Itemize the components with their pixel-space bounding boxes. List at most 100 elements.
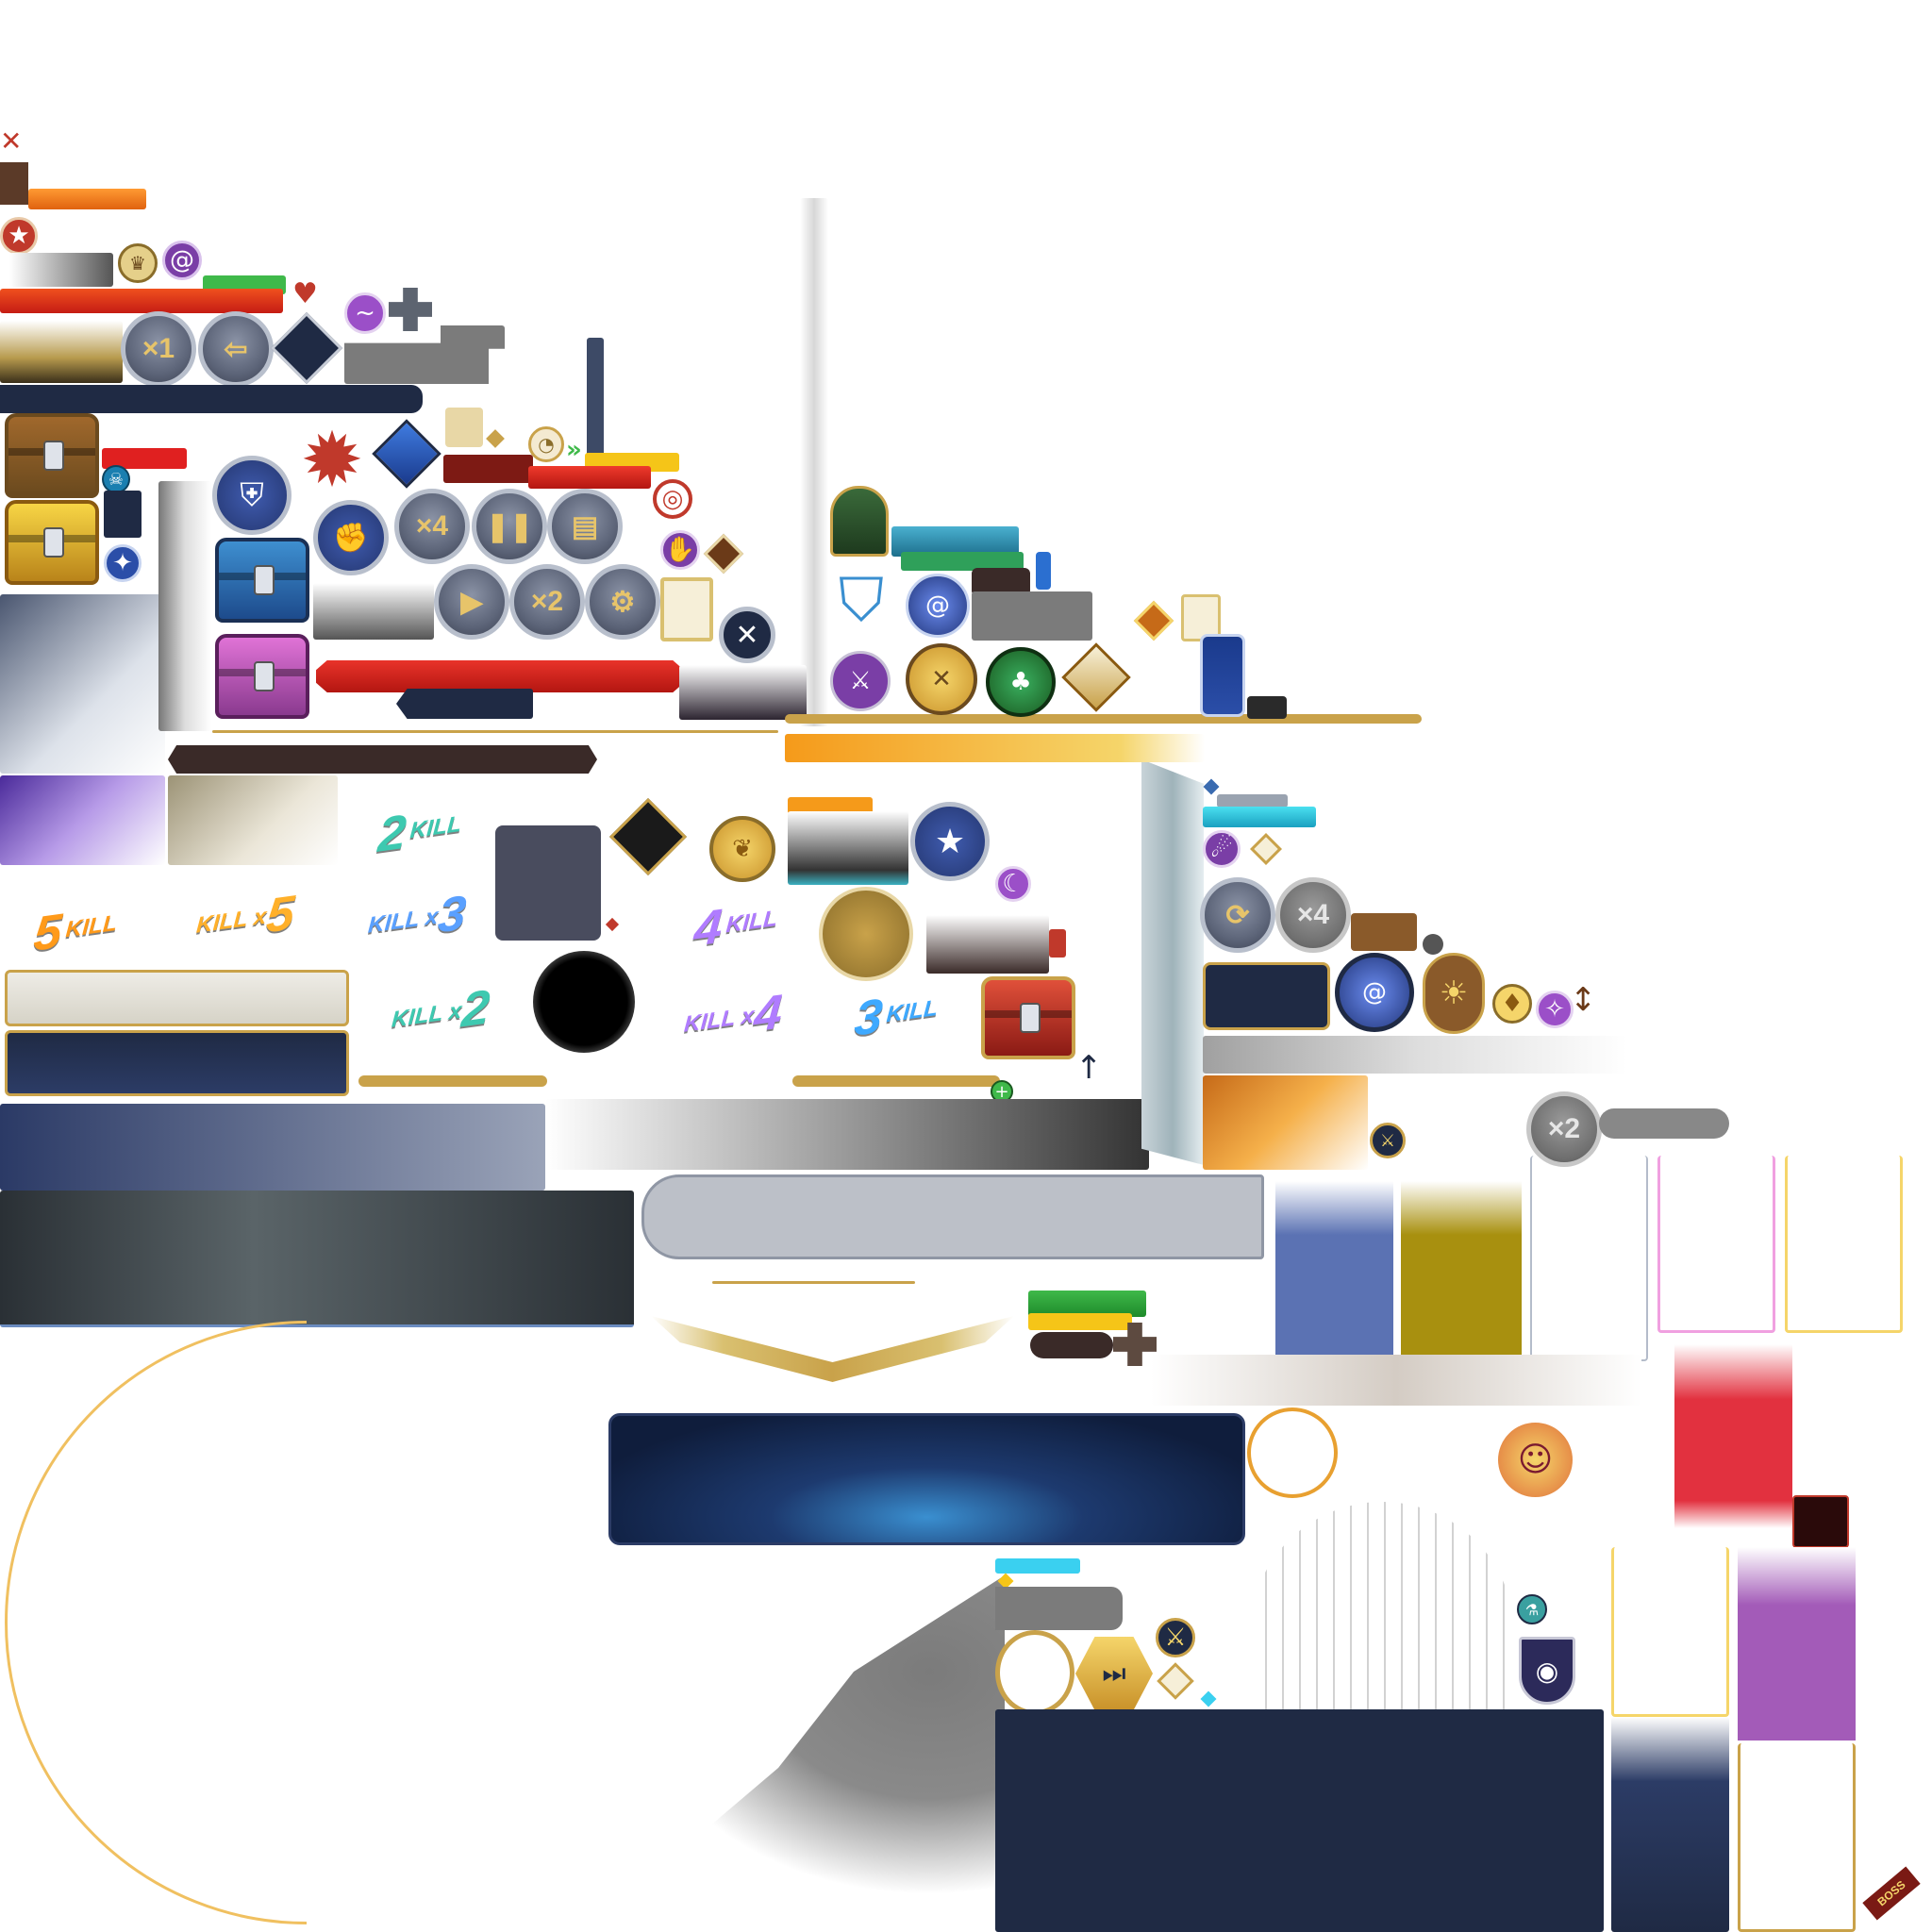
tiny-diamond-b [1203, 778, 1220, 795]
blue-potion-icon [1036, 552, 1051, 590]
cyan-bar [1203, 807, 1316, 827]
gold-arc-ring [5, 1321, 307, 1924]
orange-fade-block [1203, 1075, 1368, 1170]
gold-coin-icon: ❦ [709, 816, 775, 882]
red-health-bar [0, 289, 283, 313]
black-small-box [1247, 696, 1287, 719]
red-chest-icon[interactable] [981, 976, 1075, 1059]
chest-pink-icon[interactable] [215, 634, 309, 719]
chest-bronze-icon[interactable] [5, 413, 99, 498]
document-button[interactable]: ▤ [547, 489, 623, 564]
kill-banner-5: 5 KILL [31, 904, 118, 962]
pale-gold-diamond-icon [1250, 833, 1282, 865]
gold-wing-ornament [651, 1316, 1014, 1382]
chest-gold-icon[interactable] [5, 500, 99, 585]
settings-button[interactable]: ⚙ [585, 564, 660, 640]
grey-pillar-tall [800, 198, 828, 726]
refresh-icon: ⟳ [1225, 899, 1250, 931]
fist-button[interactable]: ✊ [313, 500, 389, 575]
gold-disc [819, 887, 913, 981]
dark-gradient-panel [679, 665, 807, 720]
plus-cross-shape [389, 288, 432, 331]
refresh-button[interactable]: ⟳ [1200, 877, 1275, 953]
red-long-bar [528, 466, 651, 489]
skull-icon: ☠ [102, 465, 130, 493]
leaf-crest-icon: ♣ [986, 647, 1056, 717]
kill-banner-x2: KILL x2 [391, 979, 492, 1039]
exit-button[interactable]: ⇦ [198, 311, 274, 387]
navy-gradient-band [0, 1104, 545, 1191]
swirl-orb-icon: @ [1335, 953, 1414, 1032]
swatch-olive [1401, 1181, 1522, 1360]
grey-pillar-left [158, 481, 211, 731]
close-button[interactable]: ✕ [719, 607, 775, 663]
dark-fade-panel [926, 915, 1049, 974]
tiny-diamond-a [605, 917, 620, 932]
purple-gradient-block [0, 775, 165, 865]
chest-blue-icon[interactable] [215, 538, 309, 623]
play-icon: ▶ [460, 586, 483, 618]
sun-icon: ☀ [1423, 953, 1485, 1034]
star-ring-icon[interactable]: ★ [910, 802, 990, 881]
swatch-gold-outline [1785, 1156, 1903, 1333]
sword-crest-icon: ⚔ [830, 651, 891, 711]
navy-small-block [104, 491, 142, 538]
spark-star-icon: ✹ [300, 416, 364, 504]
speed-x2-button[interactable]: ×2 [509, 564, 585, 640]
navy-large-panel [995, 1709, 1604, 1932]
gold-outline-frame-small [1611, 1547, 1729, 1717]
navy-label [396, 689, 533, 719]
hexagon-skip-icon[interactable]: ⏭ [1075, 1637, 1153, 1710]
cyan-small-bar [995, 1558, 1080, 1574]
orange-diamond-icon [1133, 600, 1174, 641]
navy-pillar [587, 338, 604, 456]
pause-button[interactable]: ❚❚ [472, 489, 547, 564]
black-circle [533, 951, 635, 1053]
crystal-slab [1141, 759, 1204, 1165]
close-icon: ✕ [735, 618, 759, 652]
fist-icon: ✊ [333, 522, 369, 554]
yellow-stack-bar [1028, 1313, 1132, 1330]
gold-fade-bar [0, 321, 123, 383]
star-badge-icon: ★ [0, 217, 38, 255]
kill-banner-x3: KILL x3 [367, 885, 469, 944]
speed-x4-button[interactable]: ×4 [394, 489, 470, 564]
gold-ring [1247, 1407, 1338, 1498]
small-diamond-icon [486, 429, 505, 448]
brown-long-bar [168, 745, 597, 774]
armor-icon[interactable]: ⛨ [212, 456, 291, 535]
black-diamond-icon [608, 797, 688, 876]
gold-frame-line [785, 714, 1422, 724]
darkbrown-stack-bar [1030, 1332, 1113, 1358]
gold-thin-divider [212, 730, 778, 733]
gold-flame-icon: ♦ [1492, 984, 1532, 1024]
target-icon[interactable]: ◎ [653, 479, 692, 519]
navy-framed-panel [1203, 962, 1330, 1030]
grey-label-plate [344, 325, 505, 384]
kill-banner-x5: KILL x5 [195, 885, 297, 944]
demon-mask-icon: ♥ [292, 277, 318, 310]
grey-gradient-band [545, 1099, 1149, 1170]
blue-diamond-icon [372, 419, 441, 489]
steel-gradient-block [0, 594, 165, 774]
wolf-icon: ☾ [995, 866, 1031, 902]
faded-emblem-panel [495, 825, 601, 941]
purple-swirl-icon: @ [162, 241, 202, 280]
speed-x1-button[interactable]: ×1 [121, 311, 196, 387]
brown-diamond-icon [703, 533, 744, 575]
exit-icon: ⇦ [224, 333, 248, 365]
grey-gradient-panel [313, 583, 434, 640]
brown-block [0, 162, 28, 205]
teal-gradient-panel [788, 811, 908, 885]
purple-dragon-icon: ✧ [1536, 991, 1574, 1028]
boss-tag: BOSS [1862, 1866, 1921, 1921]
play-button[interactable]: ▶ [434, 564, 509, 640]
dragon-emblem-icon: ~ [344, 292, 386, 334]
ornate-frame-navy [5, 1030, 349, 1096]
grey-stripe-bar [1217, 794, 1288, 808]
star-map-banner [608, 1413, 1245, 1545]
swatch-red [1674, 1344, 1792, 1528]
green-chevrons-icon: » [566, 436, 582, 464]
boss-portrait-icon [1792, 1495, 1849, 1548]
speed-x4-grey-button[interactable]: ×4 [1275, 877, 1351, 953]
